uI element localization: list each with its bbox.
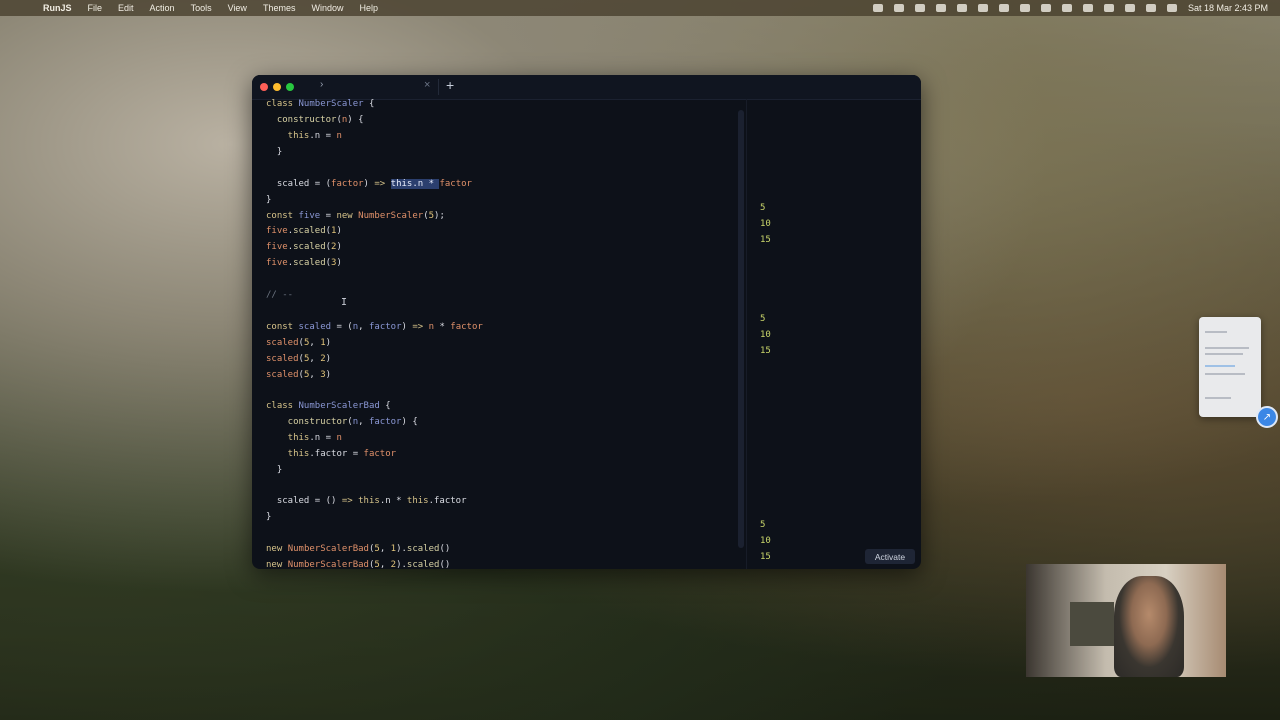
code-line: five.scaled(2): [266, 242, 342, 252]
code-line: this.factor = factor: [266, 449, 397, 459]
tab-chevron-icon[interactable]: ›: [320, 79, 323, 90]
code-line: constructor(n) {: [266, 115, 364, 125]
code-editor[interactable]: class NumberScaler { constructor(n) { th…: [252, 99, 739, 569]
control-center-icon[interactable]: [1145, 4, 1156, 12]
webcam-overlay: [1026, 564, 1226, 677]
editor-scrollbar[interactable]: [738, 110, 744, 548]
bluetooth-icon[interactable]: [1082, 4, 1093, 12]
cloud-icon[interactable]: [914, 4, 925, 12]
code-line: five.scaled(3): [266, 258, 342, 268]
output-line: 10: [760, 330, 771, 340]
zoom-window-button[interactable]: [286, 83, 294, 91]
focus-icon[interactable]: [998, 4, 1009, 12]
compass-icon[interactable]: ↗: [1256, 406, 1278, 428]
menu-file[interactable]: File: [80, 3, 111, 13]
code-line: scaled = () => this.n * this.factor: [266, 496, 467, 506]
output-line: 5: [760, 520, 766, 530]
menu-view[interactable]: View: [220, 3, 255, 13]
code-line: scaled(5, 3): [266, 370, 332, 380]
code-line: class NumberScaler {: [266, 99, 375, 109]
menu-window[interactable]: Window: [303, 3, 351, 13]
record-icon[interactable]: [872, 4, 883, 12]
status-area: Sat 18 Mar 2:43 PM: [872, 0, 1268, 16]
wifi-icon[interactable]: [1103, 4, 1114, 12]
menu-action[interactable]: Action: [142, 3, 183, 13]
output-line: 5: [760, 314, 766, 324]
code-line: new NumberScalerBad(5, 1).scaled(): [266, 544, 451, 554]
menu-help[interactable]: Help: [351, 3, 386, 13]
output-line: 15: [760, 346, 771, 356]
shield-icon[interactable]: [1019, 4, 1030, 12]
screen-share-icon[interactable]: [977, 4, 988, 12]
user-icon[interactable]: [893, 4, 904, 12]
wall-picture: [1070, 602, 1114, 646]
display-icon[interactable]: [956, 4, 967, 12]
code-line: }: [266, 147, 283, 157]
menu-items: RunJS File Edit Action Tools View Themes…: [35, 3, 386, 13]
output-line: 5: [760, 203, 766, 213]
selected-text: this.n *: [390, 179, 440, 189]
new-tab-button[interactable]: +: [446, 77, 454, 93]
output-line: 15: [760, 552, 771, 562]
tab-close-icon[interactable]: ×: [424, 79, 430, 91]
code-line: }: [266, 195, 272, 205]
code-line: const scaled = (n, factor) => n * factor: [266, 322, 483, 332]
code-line: this.n = n: [266, 131, 342, 141]
code-line: }: [266, 512, 272, 522]
brightness-icon[interactable]: [935, 4, 946, 12]
screenshot-thumbnail[interactable]: [1199, 317, 1261, 417]
code-line: const five = new NumberScaler(5);: [266, 211, 445, 221]
code-line: scaled(5, 2): [266, 354, 332, 364]
runjs-window: › × + class NumberScaler { constructor(n…: [252, 75, 921, 569]
code-line: }: [266, 465, 283, 475]
minimize-window-button[interactable]: [273, 83, 281, 91]
code-line: five.scaled(1): [266, 226, 342, 236]
menu-edit[interactable]: Edit: [110, 3, 142, 13]
code-line: scaled(5, 1): [266, 338, 332, 348]
presenter-video: [1114, 576, 1184, 677]
menu-bar: RunJS File Edit Action Tools View Themes…: [0, 0, 1280, 16]
volume-icon[interactable]: [1061, 4, 1072, 12]
output-panel: 5 10 15 5 10 15 5 10 15: [747, 99, 921, 569]
menu-themes[interactable]: Themes: [255, 3, 304, 13]
output-line: 10: [760, 536, 771, 546]
output-line: 10: [760, 219, 771, 229]
menu-app-name[interactable]: RunJS: [35, 3, 80, 13]
code-line: scaled = (factor) => this.n * factor: [266, 179, 472, 189]
activate-button[interactable]: Activate: [865, 549, 915, 564]
battery-icon[interactable]: [1124, 4, 1135, 12]
code-line: // --: [266, 290, 294, 300]
text-cursor-icon: I: [341, 297, 348, 308]
tab-separator: [438, 79, 439, 95]
menu-tools[interactable]: Tools: [183, 3, 220, 13]
code-line: this.n = n: [266, 433, 342, 443]
code-line: new NumberScalerBad(5, 2).scaled(): [266, 560, 451, 569]
siri-icon[interactable]: [1166, 4, 1177, 12]
output-line: 15: [760, 235, 771, 245]
code-line: constructor(n, factor) {: [266, 417, 418, 427]
code-line: class NumberScalerBad {: [266, 401, 391, 411]
close-window-button[interactable]: [260, 83, 268, 91]
keyboard-input-icon[interactable]: [1040, 4, 1051, 12]
menu-clock[interactable]: Sat 18 Mar 2:43 PM: [1188, 3, 1268, 13]
